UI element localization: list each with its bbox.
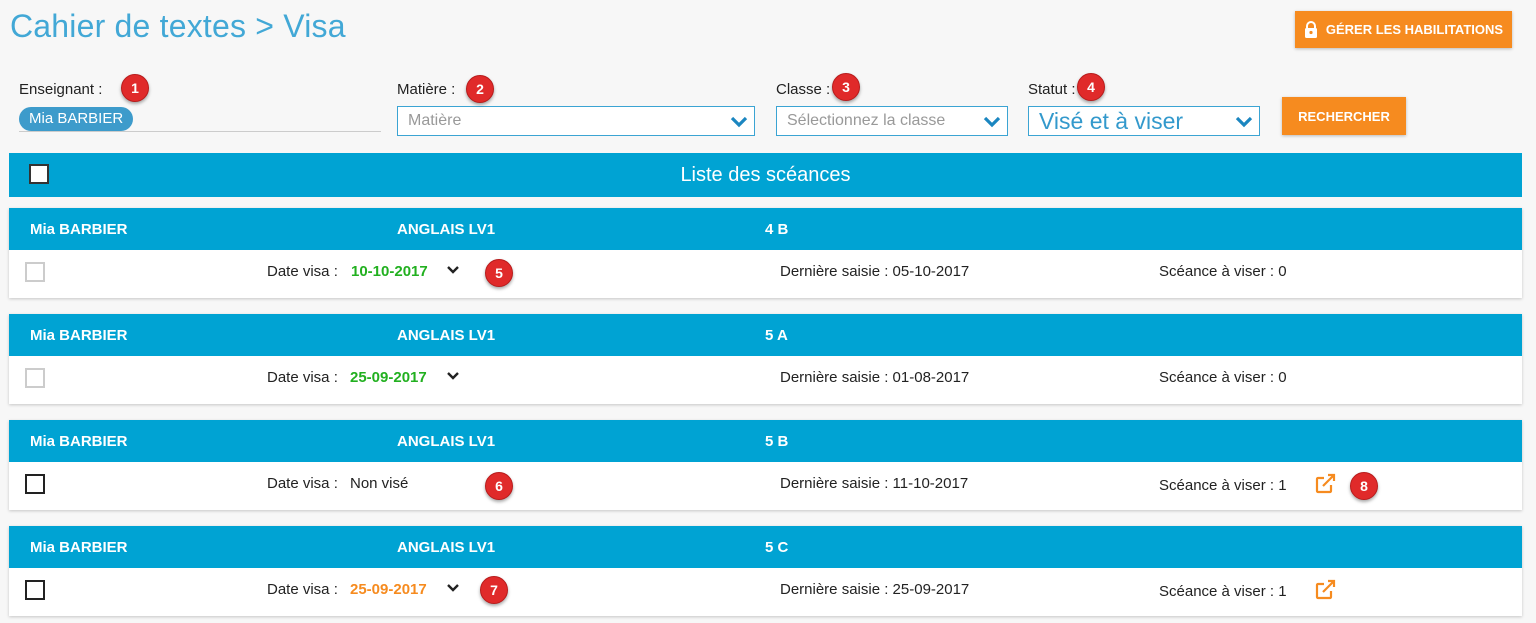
session-teacher: Mia BARBIER: [30, 539, 128, 556]
session-card-body: Date visa : 25-09-2017 Dernière saisie :…: [9, 356, 1522, 404]
visa-date-value: Non visé: [350, 475, 409, 492]
subject-label: Matière :: [397, 81, 456, 98]
visa-date-value[interactable]: 25-09-2017: [350, 369, 427, 386]
session-subject: ANGLAIS LV1: [397, 327, 496, 344]
session-card-header: Mia BARBIER ANGLAIS LV1 5 A: [9, 314, 1522, 356]
annotation-badge-1: 1: [121, 74, 149, 102]
last-entry-label: Dernière saisie : 01-08-2017: [780, 369, 970, 386]
sessions-to-approve-label: Scéance à viser : 1: [1159, 477, 1287, 494]
session-class: 5 C: [765, 539, 789, 556]
session-teacher: Mia BARBIER: [30, 433, 128, 450]
session-checkbox[interactable]: [25, 368, 45, 388]
manage-habilitations-label: GÉRER LES HABILITATIONS: [1325, 22, 1504, 37]
external-link-icon[interactable]: [1313, 472, 1337, 496]
last-entry-label: Dernière saisie : 11-10-2017: [780, 475, 969, 492]
sessions-to-approve-label: Scéance à viser : 1: [1159, 583, 1287, 600]
session-card: Mia BARBIER ANGLAIS LV1 5 A Date visa : …: [9, 314, 1522, 404]
class-select-placeholder: Sélectionnez la classe: [787, 112, 946, 129]
session-checkbox[interactable]: [25, 474, 45, 494]
session-subject: ANGLAIS LV1: [397, 433, 496, 450]
session-card-header: Mia BARBIER ANGLAIS LV1 5 C: [9, 526, 1522, 568]
session-subject: ANGLAIS LV1: [397, 539, 496, 556]
session-class: 5 A: [765, 327, 788, 344]
external-link-icon[interactable]: [1313, 578, 1337, 602]
status-select[interactable]: Visé et à viser: [1028, 106, 1260, 136]
session-card-body: Date visa : 25-09-2017 Dernière saisie :…: [9, 568, 1522, 616]
search-button[interactable]: RECHERCHER: [1282, 97, 1406, 135]
session-class: 5 B: [765, 433, 789, 450]
subject-select[interactable]: Matière: [397, 106, 755, 136]
annotation-badge-2: 2: [466, 75, 494, 103]
chevron-down-icon[interactable]: [446, 582, 460, 594]
last-entry-label: Dernière saisie : 25-09-2017: [780, 581, 970, 598]
chevron-down-icon[interactable]: [446, 370, 460, 382]
teacher-chip[interactable]: Mia BARBIER: [19, 107, 134, 131]
annotation-badge-6: 6: [485, 472, 513, 500]
annotation-badge-7: 7: [480, 576, 508, 604]
chevron-down-icon: [1235, 116, 1253, 128]
session-subject: ANGLAIS LV1: [397, 221, 496, 238]
class-select[interactable]: Sélectionnez la classe: [776, 106, 1008, 136]
teacher-field-underline: [19, 131, 381, 132]
session-card: Mia BARBIER ANGLAIS LV1 5 C Date visa : …: [9, 526, 1522, 616]
chevron-down-icon: [730, 116, 748, 128]
visa-date-label: Date visa :: [267, 263, 338, 280]
sessions-list-title: Liste des scéances: [680, 163, 851, 186]
teacher-label: Enseignant :: [19, 81, 103, 98]
subject-select-placeholder: Matière: [408, 112, 462, 129]
sessions-list-header: Liste des scéances: [9, 153, 1522, 197]
status-label: Statut :: [1028, 81, 1076, 98]
session-card-body: Date visa : Non visé Dernière saisie : 1…: [9, 462, 1522, 510]
annotation-badge-4: 4: [1077, 73, 1105, 101]
chevron-down-icon: [983, 116, 1001, 128]
session-checkbox[interactable]: [25, 262, 45, 282]
session-card: Mia BARBIER ANGLAIS LV1 4 B Date visa : …: [9, 208, 1522, 298]
visa-date-label: Date visa :: [267, 369, 338, 386]
session-checkbox[interactable]: [25, 580, 45, 600]
last-entry-label: Dernière saisie : 05-10-2017: [780, 263, 970, 280]
status-select-value: Visé et à viser: [1039, 107, 1184, 134]
session-class: 4 B: [765, 221, 789, 238]
select-all-checkbox[interactable]: [29, 164, 49, 184]
session-card-header: Mia BARBIER ANGLAIS LV1 4 B: [9, 208, 1522, 250]
visa-date-label: Date visa :: [267, 581, 338, 598]
page-title: Cahier de textes > Visa: [10, 8, 346, 44]
session-teacher: Mia BARBIER: [30, 221, 128, 238]
sessions-to-approve-label: Scéance à viser : 0: [1159, 369, 1287, 386]
annotation-badge-3: 3: [832, 73, 860, 101]
visa-date-value[interactable]: 25-09-2017: [350, 581, 427, 598]
sessions-to-approve-label: Scéance à viser : 0: [1159, 263, 1287, 280]
session-card-header: Mia BARBIER ANGLAIS LV1 5 B: [9, 420, 1522, 462]
annotation-badge-5: 5: [485, 259, 513, 287]
annotation-badge-8: 8: [1350, 472, 1378, 500]
session-card: Mia BARBIER ANGLAIS LV1 5 B Date visa : …: [9, 420, 1522, 510]
session-card-body: Date visa : 10-10-2017 Dernière saisie :…: [9, 250, 1522, 298]
session-teacher: Mia BARBIER: [30, 327, 128, 344]
class-label: Classe :: [776, 81, 831, 98]
manage-habilitations-button[interactable]: GÉRER LES HABILITATIONS: [1295, 11, 1512, 48]
visa-date-value[interactable]: 10-10-2017: [351, 263, 428, 280]
chevron-down-icon[interactable]: [446, 264, 460, 276]
visa-date-label: Date visa :: [267, 475, 338, 492]
lock-icon: [1304, 21, 1317, 38]
